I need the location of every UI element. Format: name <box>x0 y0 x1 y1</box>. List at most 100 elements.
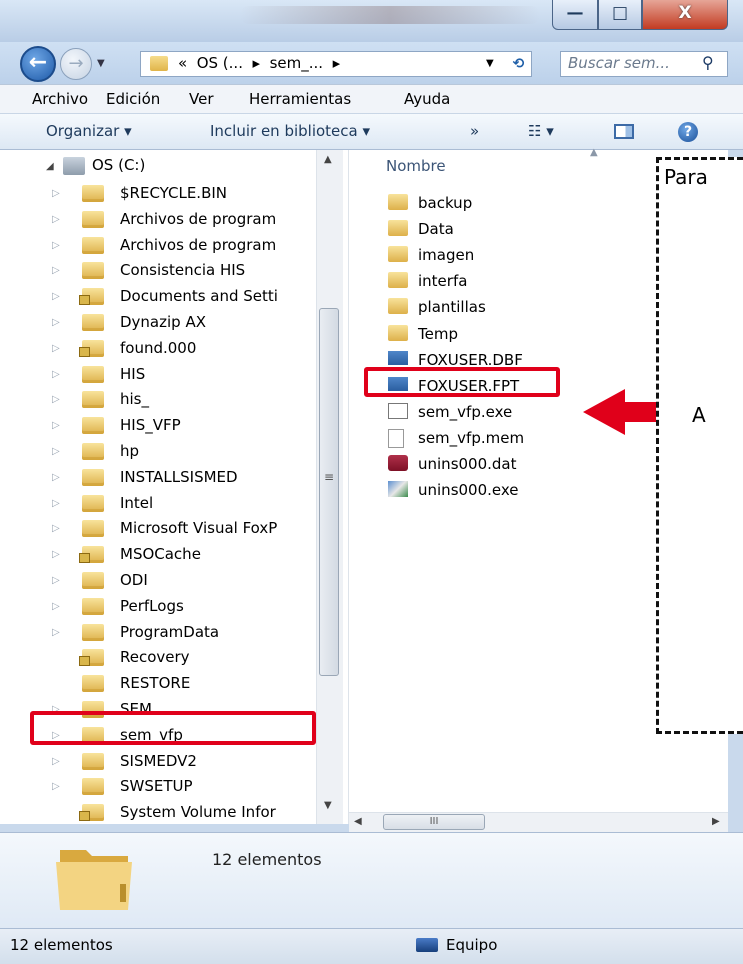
more-commands-button[interactable]: » <box>470 122 479 140</box>
menu-edicion[interactable]: Edición <box>106 90 160 108</box>
tree-item[interactable]: ▷ his_ <box>40 388 316 412</box>
tree-scroll-thumb[interactable] <box>319 308 339 676</box>
tree-item-label: Intel <box>120 494 154 512</box>
expand-icon[interactable]: ▷ <box>52 601 60 612</box>
tree-item[interactable]: ▷ HIS_VFP <box>40 414 316 438</box>
tree-item[interactable]: ▷ HIS <box>40 363 316 387</box>
expand-icon[interactable]: ▷ <box>52 498 60 509</box>
tree-item[interactable]: ▷ Archivos de program <box>40 208 316 232</box>
menu-archivo[interactable]: Archivo <box>32 90 88 108</box>
computer-icon <box>416 938 438 952</box>
file-item[interactable]: unins000.dat <box>380 452 560 476</box>
menu-ayuda[interactable]: Ayuda <box>404 90 450 108</box>
expand-icon[interactable]: ▷ <box>52 420 60 431</box>
tree-item-label: PerfLogs <box>120 597 184 615</box>
views-button[interactable]: ☷ ▾ <box>528 122 554 140</box>
preview-pane-icon[interactable] <box>614 124 634 139</box>
scroll-up-icon[interactable]: ▲ <box>324 154 332 165</box>
file-item-label: sem_vfp.exe <box>418 403 513 421</box>
tree-item-label: Microsoft Visual FoxP <box>120 519 278 537</box>
tree-item[interactable]: ▷ found.000 <box>40 337 316 361</box>
tree-item[interactable]: ▷ MSOCache <box>40 543 316 567</box>
expand-icon[interactable]: ▷ <box>52 627 60 638</box>
expand-icon[interactable]: ▷ <box>52 549 60 560</box>
expand-icon[interactable]: ▷ <box>52 523 60 534</box>
expand-icon[interactable]: ▷ <box>52 781 60 792</box>
expand-icon[interactable]: ▷ <box>52 575 60 586</box>
expand-icon[interactable]: ▷ <box>52 472 60 483</box>
menu-herramientas[interactable]: Herramientas <box>249 90 351 108</box>
file-item[interactable]: interfa <box>380 269 560 293</box>
tree-item[interactable]: ▷ SWSETUP <box>40 775 316 799</box>
tree-item[interactable]: ▷ Consistencia HIS <box>40 259 316 283</box>
search-icon[interactable]: ⚲ <box>702 53 714 72</box>
expand-icon[interactable]: ▷ <box>52 214 60 225</box>
scroll-down-icon[interactable]: ▼ <box>324 800 332 811</box>
file-item[interactable]: imagen <box>380 243 560 267</box>
tree-item[interactable]: ▷ hp <box>40 440 316 464</box>
expand-icon[interactable]: ▷ <box>52 369 60 380</box>
expand-icon[interactable]: ▷ <box>52 265 60 276</box>
expand-icon[interactable]: ▷ <box>52 343 60 354</box>
tree-item[interactable]: ▷ Archivos de program <box>40 234 316 258</box>
tree-item[interactable]: ▷ Intel <box>40 492 316 516</box>
file-item-label: imagen <box>418 246 475 264</box>
forward-button[interactable]: → <box>60 48 92 80</box>
expand-icon[interactable]: ▷ <box>52 240 60 251</box>
application-icon <box>388 403 408 419</box>
folder-icon <box>150 56 168 71</box>
file-item-label: backup <box>418 194 473 212</box>
collapse-icon[interactable]: ◢ <box>46 161 54 172</box>
file-item[interactable]: plantillas <box>380 295 560 319</box>
scroll-right-icon[interactable]: ▶ <box>712 816 720 827</box>
tree-item[interactable]: ▷ Documents and Setti <box>40 285 316 309</box>
file-item[interactable]: Temp <box>380 322 560 346</box>
tree-item-label: SISMEDV2 <box>120 752 197 770</box>
file-item[interactable]: backup <box>380 191 560 215</box>
expand-icon[interactable]: ▷ <box>52 446 60 457</box>
file-item[interactable]: unins000.exe <box>380 478 560 502</box>
tree-item[interactable]: ▷ ProgramData <box>40 621 316 645</box>
address-dropdown-icon[interactable]: ▼ <box>486 58 494 69</box>
help-icon[interactable]: ? <box>678 122 698 142</box>
tree-item[interactable]: ▷ ODI <box>40 569 316 593</box>
refresh-button[interactable]: ⟲ <box>505 51 532 77</box>
expand-icon[interactable]: ▷ <box>52 756 60 767</box>
tree-item[interactable]: ▷ PerfLogs <box>40 595 316 619</box>
folder-icon <box>82 417 104 434</box>
expand-icon[interactable]: ▷ <box>52 291 60 302</box>
recent-pages-dropdown-icon[interactable]: ▼ <box>97 58 105 69</box>
minimize-button[interactable]: — <box>552 0 598 30</box>
column-header-name[interactable]: Nombre <box>386 157 446 175</box>
tree-item[interactable]: ▷ Dynazip AX <box>40 311 316 335</box>
horizontal-scroll-thumb[interactable]: III <box>383 814 485 830</box>
expand-icon[interactable]: ▷ <box>52 188 60 199</box>
maximize-button[interactable]: □ <box>598 0 642 30</box>
menu-ver[interactable]: Ver <box>189 90 214 108</box>
file-item[interactable]: Data <box>380 217 560 241</box>
back-button[interactable]: ← <box>20 46 56 82</box>
tree-item-label: Archivos de program <box>120 236 277 254</box>
folder-icon <box>82 675 104 692</box>
scroll-left-icon[interactable]: ◀ <box>354 816 362 827</box>
address-path[interactable]: « OS (... ▸ sem_... ▸ <box>178 54 340 72</box>
tree-root-label[interactable]: OS (C:) <box>92 156 145 174</box>
tree-item[interactable]: RESTORE <box>40 672 316 696</box>
tree-item[interactable]: Recovery <box>40 646 316 670</box>
file-item-label: unins000.dat <box>418 455 517 473</box>
tree-item[interactable]: ▷ INSTALLSISMED <box>40 466 316 490</box>
include-library-button[interactable]: Incluir en biblioteca ▾ <box>210 122 370 140</box>
close-button[interactable]: X <box>642 0 728 30</box>
tree-item[interactable]: ▷ SISMEDV2 <box>40 750 316 774</box>
tree-item[interactable]: ▷ Microsoft Visual FoxP <box>40 517 316 541</box>
folder-icon <box>82 185 104 202</box>
expand-icon[interactable]: ▷ <box>52 317 60 328</box>
expand-icon[interactable]: ▷ <box>52 394 60 405</box>
folder-icon <box>82 469 104 486</box>
file-item-label: interfa <box>418 272 468 290</box>
tree-item[interactable]: System Volume Infor <box>40 801 316 825</box>
tree-item[interactable]: ▷ $RECYCLE.BIN <box>40 182 316 206</box>
organize-button[interactable]: Organizar ▾ <box>46 122 132 140</box>
file-item[interactable]: sem_vfp.mem <box>380 426 560 450</box>
file-item[interactable]: sem_vfp.exe <box>380 400 560 424</box>
